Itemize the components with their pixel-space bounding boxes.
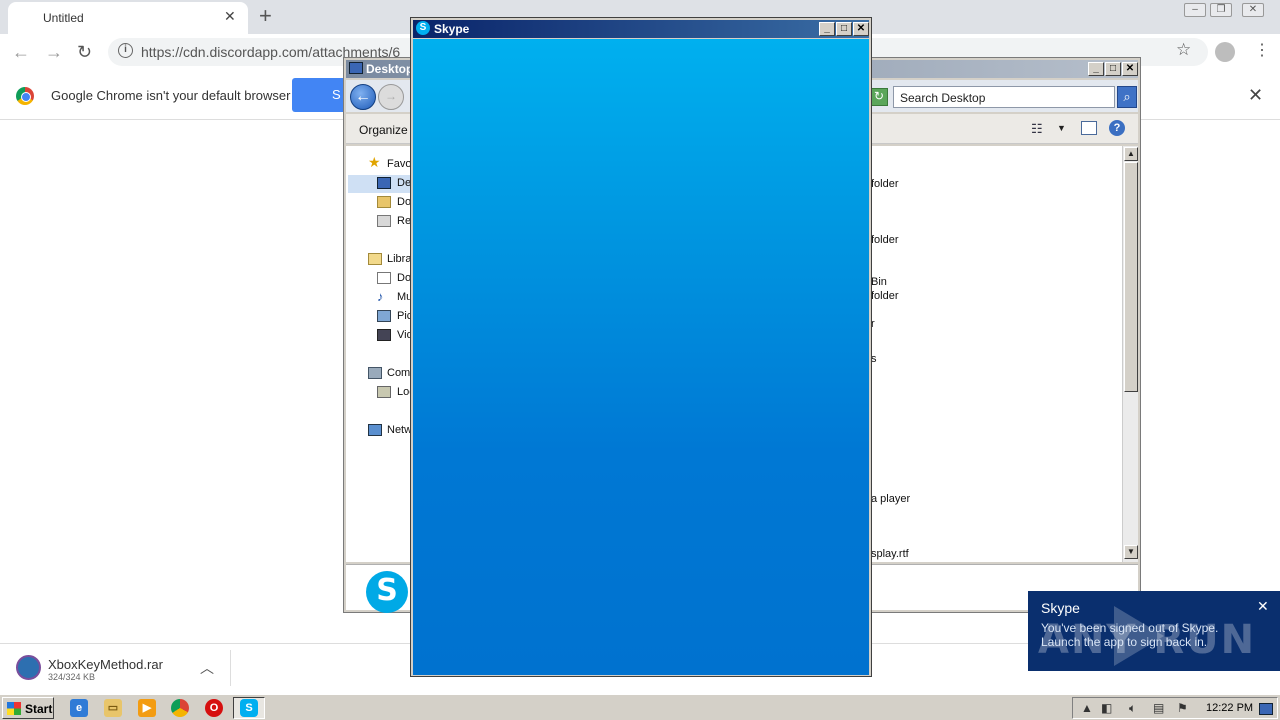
skype-title-bar[interactable]: S Skype _ □ ✕	[413, 20, 869, 38]
file-item-type[interactable]: folder	[871, 234, 899, 246]
views-icon[interactable]: ☷	[1031, 121, 1043, 137]
network-tray-icon[interactable]: ◧	[1101, 701, 1112, 715]
refresh-icon[interactable]: ↻	[870, 88, 888, 106]
skype-icon: S	[240, 699, 258, 717]
menu-kebab-icon[interactable]: ⋮	[1254, 40, 1270, 60]
back-arrow-icon[interactable]: ←	[350, 84, 376, 110]
search-icon[interactable]: ⌕	[1117, 86, 1137, 108]
download-file-size: 324/324 KB	[48, 672, 96, 682]
file-item-name[interactable]: Bin	[871, 276, 887, 288]
skype-close-button[interactable]: ✕	[853, 22, 869, 36]
search-input[interactable]: Search Desktop	[893, 86, 1115, 108]
nav-item-downloads[interactable]: Do	[397, 196, 411, 208]
toast-close-icon[interactable]: ✕	[1257, 598, 1269, 615]
file-item-type[interactable]: folder	[871, 178, 899, 190]
file-explorer-icon[interactable]: ▭	[104, 699, 122, 717]
skype-icon: S	[416, 21, 430, 35]
chrome-icon[interactable]	[171, 699, 189, 717]
skype-title: Skype	[434, 22, 470, 36]
new-tab-icon[interactable]: +	[259, 4, 272, 28]
set-default-label: S	[332, 87, 341, 102]
file-item-name[interactable]: splay.rtf	[871, 548, 909, 560]
nav-item-documents[interactable]: Do	[397, 272, 411, 284]
skype-loading-panel	[413, 39, 869, 675]
skype-minimize-button[interactable]: _	[819, 22, 835, 36]
pictures-icon	[377, 310, 391, 322]
divider	[230, 650, 231, 686]
local-disk-icon	[377, 386, 391, 398]
skype-window: S Skype _ □ ✕	[410, 17, 872, 677]
nav-item-recent[interactable]: Re	[397, 215, 411, 227]
bookmark-star-icon[interactable]: ☆	[1176, 40, 1191, 60]
chevron-down-icon[interactable]: ▼	[1057, 123, 1066, 133]
power-icon[interactable]: ▤	[1153, 701, 1164, 715]
favorites-star-icon: ★	[368, 154, 381, 170]
action-center-flag-icon[interactable]: ⚑	[1177, 701, 1188, 715]
scroll-down-icon[interactable]: ▼	[1124, 545, 1138, 559]
chevron-up-icon[interactable]: ︿	[200, 658, 214, 678]
nav-item-favorites[interactable]: Favo	[387, 158, 411, 170]
desktop-icon	[349, 62, 363, 74]
libraries-icon	[368, 253, 382, 265]
start-button[interactable]: Start	[2, 697, 54, 719]
explorer-vertical-scrollbar[interactable]: ▲ ▼	[1122, 146, 1138, 562]
skype-logo-icon: S	[366, 571, 408, 613]
back-arrow-icon[interactable]: ←	[12, 42, 30, 63]
show-hidden-icons-icon[interactable]: ▲	[1081, 701, 1093, 715]
show-desktop-icon[interactable]	[1259, 703, 1273, 715]
minimize-button[interactable]: –	[1184, 3, 1206, 17]
videos-icon	[377, 329, 391, 341]
infobar-message: Google Chrome isn't your default browser	[51, 88, 291, 103]
nav-item-network[interactable]: Netw	[387, 424, 412, 436]
browser-tab[interactable]: Untitled ✕	[8, 2, 248, 34]
winrar-file-icon[interactable]	[16, 655, 41, 680]
computer-icon	[368, 367, 382, 379]
opera-icon[interactable]: O	[205, 699, 223, 717]
explorer-maximize-button[interactable]: □	[1105, 62, 1121, 76]
profile-avatar-icon[interactable]	[1215, 42, 1235, 62]
reload-icon[interactable]: ↻	[77, 42, 92, 63]
media-player-icon[interactable]: ▶	[138, 699, 156, 717]
downloads-folder-icon	[377, 196, 391, 208]
taskbar-skype-button[interactable]: S	[233, 697, 265, 719]
forward-arrow-icon[interactable]: →	[378, 84, 404, 110]
music-note-icon: ♪	[377, 289, 384, 304]
nav-item-libraries[interactable]: Libra	[387, 253, 411, 265]
volume-icon[interactable]: 🔈︎	[1129, 701, 1136, 716]
tab-close-icon[interactable]: ✕	[224, 8, 236, 25]
taskbar: Start e ▭ ▶ O S ▲ ◧ 🔈︎ ▤ ⚑ 12:22 PM	[0, 694, 1280, 720]
restore-button[interactable]: ❐	[1210, 3, 1232, 17]
explorer-title: Desktop	[366, 62, 414, 76]
start-label: Start	[25, 702, 53, 716]
site-info-icon[interactable]: i	[118, 43, 133, 58]
file-item-name[interactable]: a player	[871, 493, 910, 505]
scroll-thumb[interactable]	[1124, 162, 1138, 392]
organize-menu[interactable]: Organize	[359, 123, 408, 137]
toast-message: You've been signed out of Skype. Launch …	[1041, 621, 1219, 649]
windows-logo-icon	[7, 702, 21, 715]
file-item-type[interactable]: folder	[871, 290, 899, 302]
skype-maximize-button[interactable]: □	[836, 22, 852, 36]
internet-explorer-icon[interactable]: e	[70, 699, 88, 717]
download-file-name[interactable]: XboxKeyMethod.rar	[48, 657, 163, 672]
chrome-logo-icon	[16, 87, 34, 105]
tab-title: Untitled	[43, 11, 84, 25]
toast-title: Skype	[1041, 600, 1080, 616]
documents-icon	[377, 272, 391, 284]
explorer-close-button[interactable]: ✕	[1122, 62, 1138, 76]
explorer-minimize-button[interactable]: _	[1088, 62, 1104, 76]
skype-notification-toast[interactable]: ANY RUN Skype You've been signed out of …	[1028, 591, 1280, 671]
scroll-up-icon[interactable]: ▲	[1124, 147, 1138, 161]
desktop-icon	[377, 177, 391, 189]
close-button[interactable]: ✕	[1242, 3, 1264, 17]
network-icon	[368, 424, 382, 436]
system-tray: ▲ ◧ 🔈︎ ▤ ⚑ 12:22 PM	[1072, 697, 1278, 719]
recent-places-icon	[377, 215, 391, 227]
help-icon[interactable]: ?	[1109, 120, 1125, 136]
preview-pane-icon[interactable]	[1081, 121, 1097, 135]
nav-item-desktop[interactable]: De	[397, 177, 411, 189]
forward-arrow-icon[interactable]: →	[45, 42, 63, 63]
infobar-close-icon[interactable]: ✕	[1248, 85, 1263, 106]
clock[interactable]: 12:22 PM	[1206, 702, 1253, 714]
